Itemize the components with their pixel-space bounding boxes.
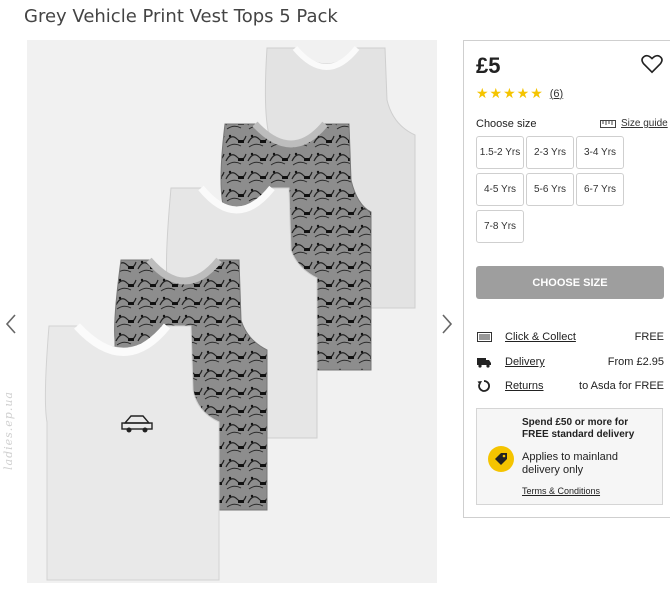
size-option[interactable]: 5-6 Yrs (526, 173, 574, 206)
size-guide-link[interactable]: Size guide (600, 118, 668, 129)
chevron-left-icon (5, 314, 16, 334)
promo-note: Applies to mainland delivery only (522, 451, 619, 476)
size-option[interactable]: 1.5-2 Yrs (476, 136, 524, 169)
size-options: 1.5-2 Yrs 2-3 Yrs 3-4 Yrs 4-5 Yrs 5-6 Yr… (476, 136, 636, 243)
truck-icon (476, 355, 492, 369)
purchase-panel: £5 ★★★★★ (6) Choose size Size guide 1.5-… (463, 40, 670, 518)
terms-link[interactable]: Terms & Conditions (522, 486, 600, 496)
delivery-link[interactable]: Delivery (505, 356, 545, 368)
ruler-icon (600, 119, 616, 128)
size-option[interactable]: 3-4 Yrs (576, 136, 624, 169)
size-option[interactable]: 6-7 Yrs (576, 173, 624, 206)
click-collect-value: FREE (634, 331, 664, 343)
returns-value: to Asda for FREE (579, 380, 664, 392)
review-count-link[interactable]: (6) (550, 88, 563, 100)
price-tag-icon (488, 446, 514, 472)
choose-size-button[interactable]: CHOOSE SIZE (476, 266, 664, 299)
returns-link[interactable]: Returns (505, 380, 544, 392)
click-collect-link[interactable]: Click & Collect (505, 331, 576, 343)
product-title: Grey Vehicle Print Vest Tops 5 Pack (24, 6, 338, 27)
delivery-promo: Spend £50 or more for FREE standard deli… (476, 408, 663, 505)
star-rating-icon: ★★★★★ (476, 85, 544, 101)
store-icon (476, 330, 492, 344)
delivery-row-returns: Returns to Asda for FREE (476, 378, 664, 394)
delivery-row-click-collect: Click & Collect FREE (476, 329, 664, 345)
delivery-value: From £2.95 (607, 356, 664, 368)
gallery-next-arrow[interactable] (440, 313, 454, 335)
size-guide-label: Size guide (621, 118, 668, 129)
size-option[interactable]: 7-8 Yrs (476, 210, 524, 243)
chevron-right-icon (442, 314, 453, 334)
size-option[interactable]: 2-3 Yrs (526, 136, 574, 169)
promo-headline: Spend £50 or more for FREE standard deli… (522, 417, 635, 440)
watermark: ladies.ep.ua (2, 391, 15, 470)
gallery-prev-arrow[interactable] (4, 313, 18, 335)
size-option[interactable]: 4-5 Yrs (476, 173, 524, 206)
delivery-row-delivery: Delivery From £2.95 (476, 354, 664, 370)
returns-icon (476, 379, 492, 393)
product-image (27, 40, 437, 583)
heart-icon[interactable] (641, 54, 663, 74)
vest-tops-image (44, 46, 416, 581)
price: £5 (476, 53, 501, 78)
rating: ★★★★★ (6) (476, 85, 563, 102)
choose-size-label: Choose size (476, 118, 537, 130)
